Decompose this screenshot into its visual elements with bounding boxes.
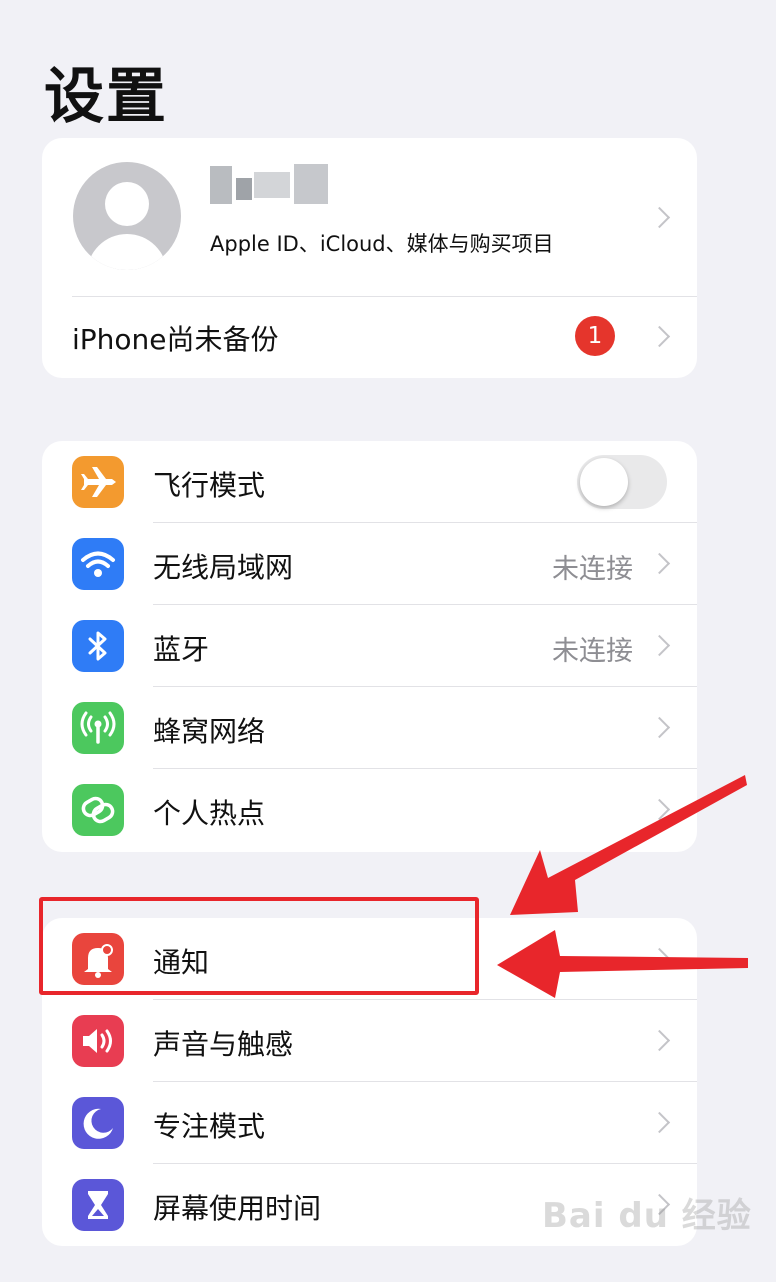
arrow-upper [510, 775, 747, 915]
annotation-arrows [497, 775, 748, 998]
arrow-lower [497, 930, 748, 998]
watermark: Bai du 经验 [542, 1196, 752, 1236]
